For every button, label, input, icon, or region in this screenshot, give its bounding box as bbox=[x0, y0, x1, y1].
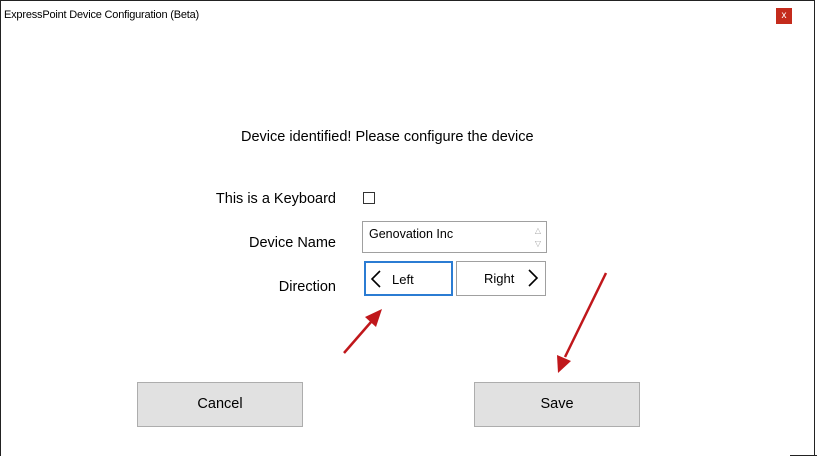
dialog-window: ExpressPoint Device Configuration (Beta)… bbox=[0, 0, 815, 456]
annotation-arrows bbox=[343, 272, 608, 373]
annotation-arrow-left bbox=[343, 309, 382, 354]
window-border bbox=[790, 455, 817, 456]
annotation-arrow-save bbox=[557, 272, 608, 373]
